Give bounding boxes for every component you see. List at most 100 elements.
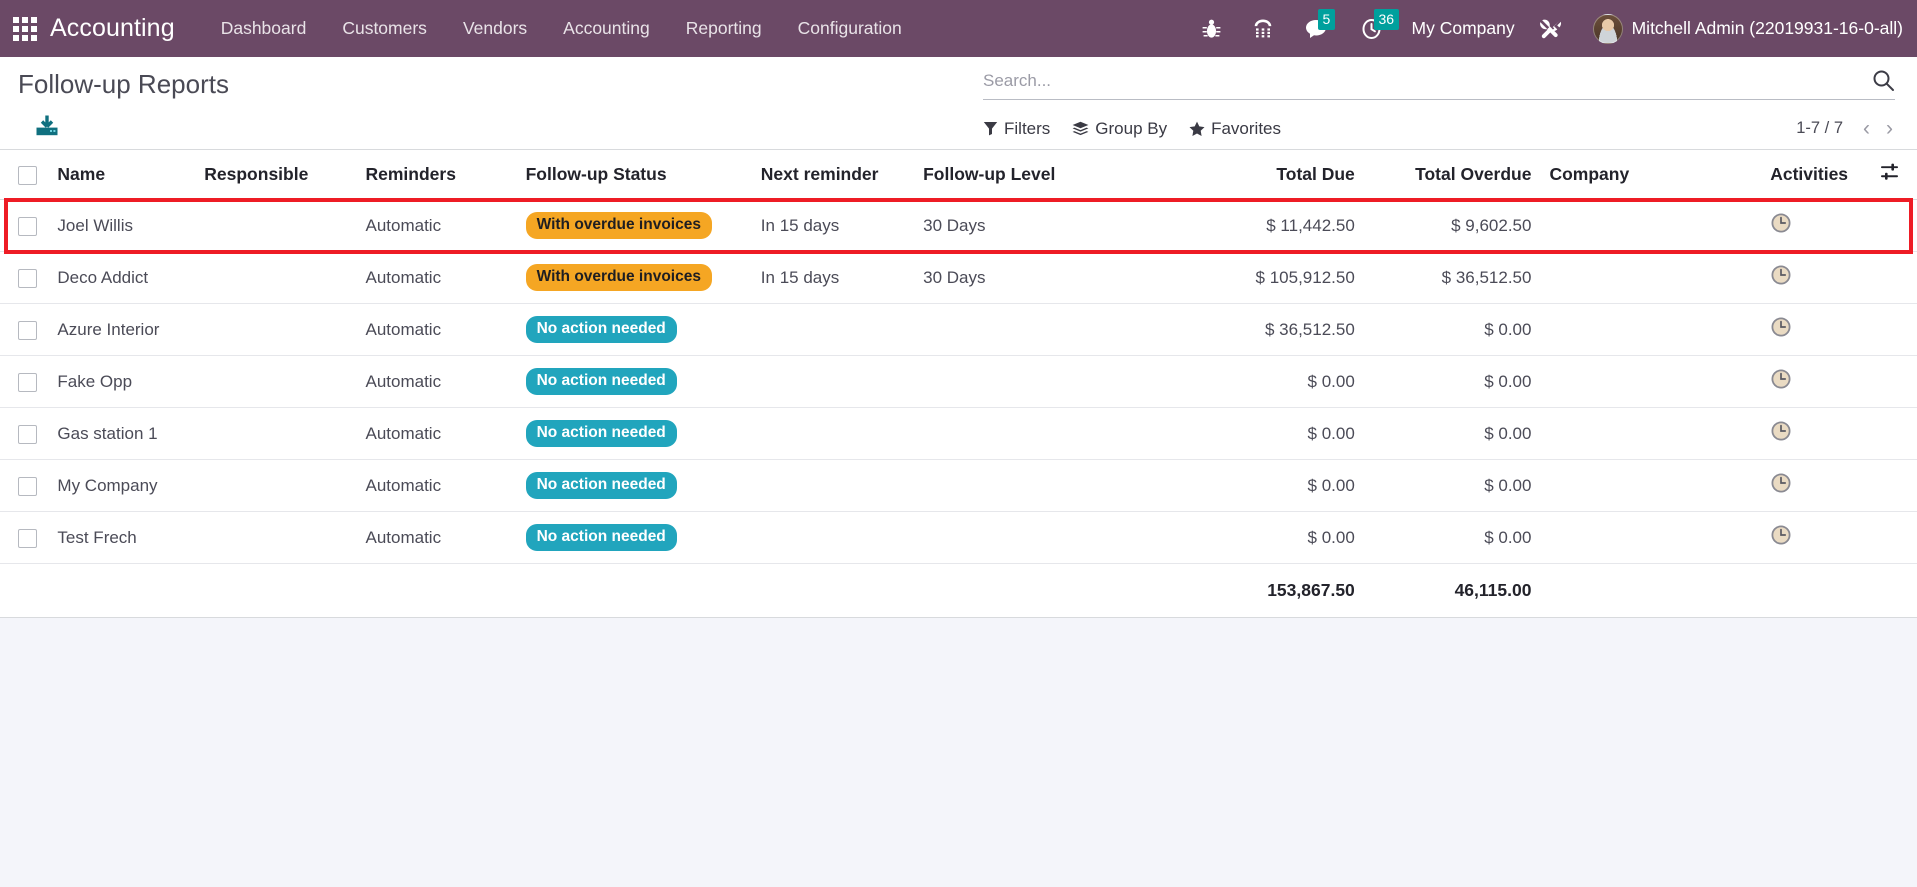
search-input[interactable] <box>983 70 1864 91</box>
clock-icon[interactable] <box>1770 524 1792 551</box>
header-company[interactable]: Company <box>1541 150 1741 200</box>
search-icon[interactable] <box>1872 69 1895 92</box>
row-checkbox[interactable] <box>18 372 37 392</box>
cell-followup-level: 30 Days <box>923 199 1194 252</box>
table-footer: 153,867.50 46,115.00 <box>0 563 1917 618</box>
pager-range: 1-7 / 7 <box>1796 119 1843 137</box>
top-navbar: Accounting Dashboard Customers Vendors A… <box>0 0 1917 57</box>
cell-total-overdue: $ 0.00 <box>1364 355 1542 408</box>
clock-icon[interactable] <box>1770 368 1792 395</box>
bug-icon[interactable] <box>1202 18 1221 40</box>
clock-icon[interactable] <box>1770 264 1792 291</box>
table-header: Name Responsible Reminders Follow-up Sta… <box>0 150 1917 200</box>
header-total-overdue[interactable]: Total Overdue <box>1364 150 1542 200</box>
menu-customers[interactable]: Customers <box>324 10 445 47</box>
table-row[interactable]: Fake Opp Automatic No action needed $ 0.00 $… <box>0 355 1917 408</box>
row-checkbox[interactable] <box>18 268 37 288</box>
cell-activities <box>1740 459 1873 512</box>
header-followup-level[interactable]: Follow-up Level <box>923 150 1194 200</box>
status-badge: With overdue invoices <box>525 264 712 291</box>
debug-tools-icon[interactable] <box>1539 18 1563 40</box>
cell-total-overdue: $ 0.00 <box>1364 459 1542 512</box>
menu-dashboard[interactable]: Dashboard <box>203 10 325 47</box>
row-checkbox[interactable] <box>18 476 37 496</box>
totals-next-spacer <box>760 563 924 618</box>
cell-followup-status: No action needed <box>525 355 761 408</box>
totals-options-spacer <box>1872 563 1917 618</box>
download-export-icon[interactable] <box>18 113 983 144</box>
clock-icon[interactable] <box>1770 420 1792 447</box>
row-select-cell <box>0 303 58 356</box>
menu-accounting[interactable]: Accounting <box>545 10 668 47</box>
cell-responsible <box>204 303 366 356</box>
header-name[interactable]: Name <box>57 150 205 200</box>
search-bar[interactable] <box>983 57 1895 100</box>
column-options-icon[interactable] <box>1880 163 1900 181</box>
row-checkbox[interactable] <box>18 528 37 548</box>
row-checkbox[interactable] <box>18 320 37 340</box>
clock-icon[interactable] <box>1770 472 1792 499</box>
cell-followup-status: No action needed <box>525 511 761 564</box>
user-avatar[interactable] <box>1592 13 1623 44</box>
clock-icon[interactable] <box>1770 212 1792 239</box>
status-badge: No action needed <box>525 420 677 447</box>
menu-configuration[interactable]: Configuration <box>780 10 920 47</box>
header-activities[interactable]: Activities <box>1740 150 1873 200</box>
totals-level-spacer <box>923 563 1194 618</box>
pager-next-button[interactable]: › <box>1880 118 1899 139</box>
table-row[interactable]: Gas station 1 Automatic No action needed $ … <box>0 407 1917 460</box>
cell-total-due: $ 11,442.50 <box>1193 199 1365 252</box>
messages-icon[interactable]: 5 <box>1305 8 1336 40</box>
filters-dropdown[interactable]: Filters <box>983 119 1050 139</box>
table-row[interactable]: Joel Willis Automatic With overdue invoice… <box>0 199 1917 252</box>
favorites-dropdown[interactable]: Favorites <box>1189 119 1281 139</box>
favorites-label: Favorites <box>1211 118 1282 138</box>
header-next-reminder[interactable]: Next reminder <box>760 150 924 200</box>
cell-followup-level <box>923 511 1194 564</box>
totals-status-spacer <box>525 563 761 618</box>
cell-company <box>1541 459 1741 512</box>
menu-vendors[interactable]: Vendors <box>445 10 545 47</box>
status-badge: No action needed <box>525 368 677 395</box>
table-row[interactable]: Test Frech Automatic No action needed $ 0.0… <box>0 511 1917 564</box>
group-by-icon <box>1072 121 1089 135</box>
cell-company <box>1541 303 1741 356</box>
user-menu[interactable]: Mitchell Admin (22019931-16-0-all) <box>1632 18 1903 39</box>
apps-grid-icon[interactable] <box>10 14 40 44</box>
header-total-due[interactable]: Total Due <box>1193 150 1365 200</box>
row-checkbox[interactable] <box>18 216 37 236</box>
table-row[interactable]: Azure Interior Automatic No action needed $… <box>0 303 1917 356</box>
pager-previous-button[interactable]: ‹ <box>1857 118 1876 139</box>
cell-followup-status: With overdue invoices <box>525 199 761 252</box>
menu-reporting[interactable]: Reporting <box>668 10 780 47</box>
row-checkbox[interactable] <box>18 424 37 444</box>
select-all-header <box>0 150 58 200</box>
table-row[interactable]: My Company Automatic No action needed $ 0.0… <box>0 459 1917 512</box>
voip-phone-icon[interactable] <box>1253 18 1273 40</box>
select-all-checkbox[interactable] <box>18 165 37 185</box>
cell-next-reminder <box>760 355 924 408</box>
table-body: Joel Willis Automatic With overdue invoice… <box>0 199 1917 564</box>
status-badge: No action needed <box>525 472 677 499</box>
company-switcher[interactable]: My Company <box>1412 18 1515 39</box>
app-brand-accounting[interactable]: Accounting <box>50 14 175 43</box>
header-reminders[interactable]: Reminders <box>365 150 526 200</box>
cell-total-due: $ 0.00 <box>1193 355 1365 408</box>
cell-company <box>1541 199 1741 252</box>
cell-followup-status: With overdue invoices <box>525 251 761 304</box>
table-row[interactable]: Deco Addict Automatic With overdue invoice… <box>0 251 1917 304</box>
status-badge: With overdue invoices <box>525 212 712 239</box>
cell-responsible <box>204 251 366 304</box>
cell-reminders: Automatic <box>365 459 526 512</box>
clock-icon[interactable] <box>1770 316 1792 343</box>
activities-clock-icon[interactable]: 36 <box>1361 8 1400 40</box>
header-responsible[interactable]: Responsible <box>204 150 366 200</box>
header-followup-status[interactable]: Follow-up Status <box>525 150 761 200</box>
group-by-dropdown[interactable]: Group By <box>1072 119 1167 139</box>
totals-total-due: 153,867.50 <box>1193 563 1365 618</box>
cell-next-reminder <box>760 459 924 512</box>
cell-responsible <box>204 459 366 512</box>
cell-followup-status: No action needed <box>525 459 761 512</box>
row-select-cell <box>0 355 58 408</box>
cell-name: Deco Addict <box>57 251 205 304</box>
